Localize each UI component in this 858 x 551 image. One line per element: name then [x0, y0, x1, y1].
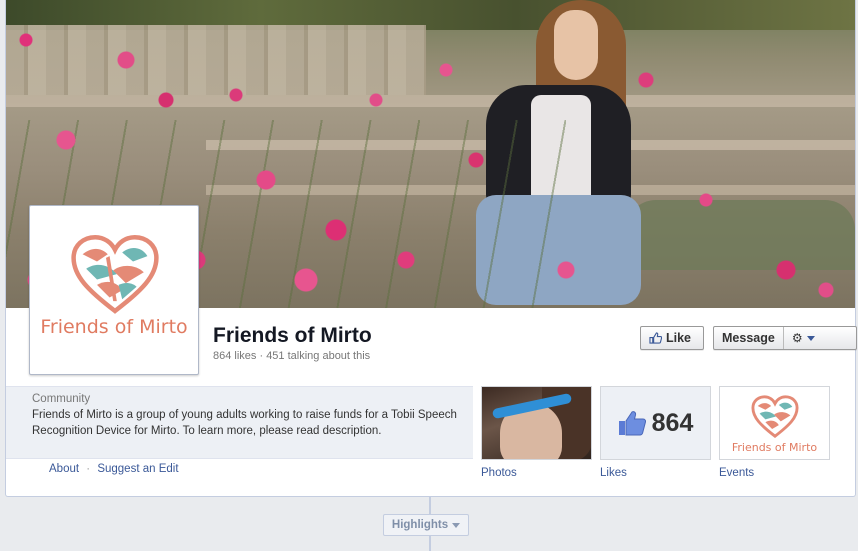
settings-dropdown-button[interactable]: ⚙	[784, 331, 815, 345]
likes-app-tile[interactable]: 864	[600, 386, 711, 460]
profile-picture[interactable]: Friends of Mirto	[29, 205, 199, 375]
gear-icon: ⚙	[791, 331, 803, 345]
about-link[interactable]: About	[49, 463, 79, 475]
thumbs-up-icon	[618, 411, 646, 436]
like-button-label: Like	[666, 331, 692, 345]
profile-logo-text: Friends of Mirto	[40, 316, 188, 338]
message-button[interactable]: Message	[714, 327, 784, 349]
page-description: Friends of Mirto is a group of young adu…	[32, 409, 457, 437]
photos-app-label[interactable]: Photos	[481, 467, 517, 479]
about-links: About · Suggest an Edit	[49, 463, 179, 475]
events-app-label[interactable]: Events	[719, 467, 754, 479]
link-separator: ·	[86, 463, 91, 475]
events-logo-text: Friends of Mirto	[731, 441, 818, 454]
events-app-tile[interactable]: Friends of Mirto	[719, 386, 830, 460]
message-button-group: Message ⚙	[713, 326, 857, 350]
heart-logo-icon	[71, 234, 159, 314]
likes-count: 864	[651, 408, 694, 437]
highlights-dropdown[interactable]: Highlights	[383, 514, 469, 536]
about-box: Community Friends of Mirto is a group of…	[6, 386, 473, 459]
page-category: Community	[32, 393, 91, 405]
heart-logo-icon	[751, 395, 799, 439]
highlights-label: Highlights	[391, 519, 449, 531]
page-title[interactable]: Friends of Mirto	[213, 324, 372, 348]
chevron-down-icon	[806, 335, 815, 341]
photos-app-tile[interactable]	[481, 386, 592, 460]
chevron-down-icon	[452, 522, 461, 528]
page-stats: 864 likes · 451 talking about this	[213, 350, 371, 362]
thumbs-up-icon	[649, 332, 662, 344]
page-header-card: Friends of Mirto Friends of Mirto 864 li…	[5, 0, 857, 497]
like-button[interactable]: Like	[640, 326, 704, 350]
suggest-edit-link[interactable]: Suggest an Edit	[97, 463, 178, 475]
likes-app-label[interactable]: Likes	[600, 467, 627, 479]
